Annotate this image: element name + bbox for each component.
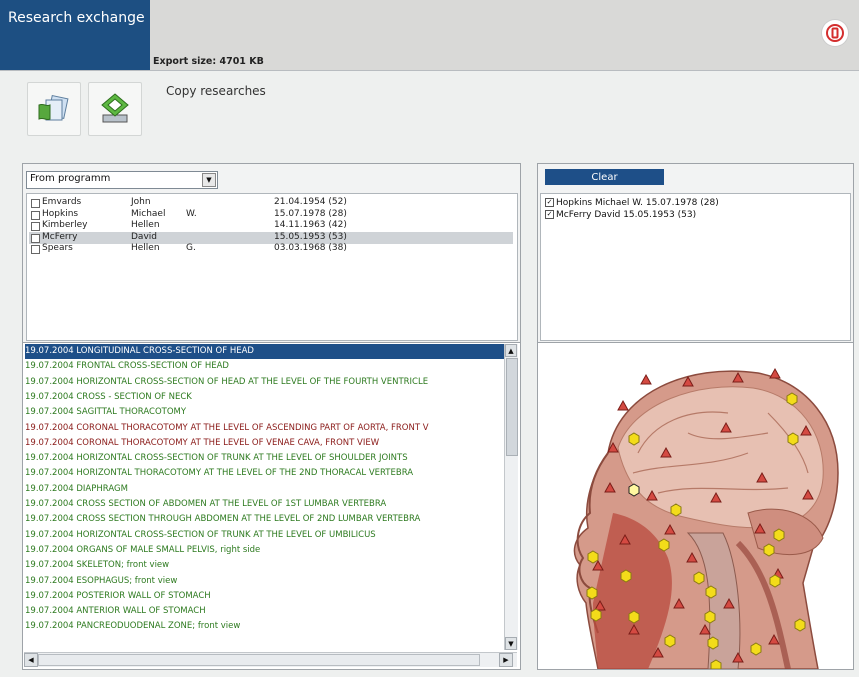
anatomy-preview [537,342,854,670]
research-row[interactable]: 19.07.2004 FRONTAL CROSS-SECTION OF HEAD [25,359,505,374]
export-disk-icon [101,93,129,123]
checked-checkbox-icon[interactable]: ✓ [545,210,554,219]
source-dropdown-value: From programm [30,173,111,184]
patient-middle-initial: G. [186,243,196,253]
head-cross-section-image [538,343,853,670]
research-row[interactable]: 19.07.2004 CROSS SECTION THROUGH ABDOMEN… [25,512,505,527]
patient-row[interactable]: Emvards John 21.04.1954 (52) [29,197,513,209]
patient-checkbox[interactable] [31,233,40,243]
patient-last-name: Hopkins [42,208,79,219]
selected-patient-label: McFerry David 15.05.1953 (53) [556,210,697,220]
selected-patient-label: Hopkins Michael W. 15.07.1978 (28) [556,198,719,208]
export-button[interactable] [88,82,142,136]
patient-first-name: Hellen [131,243,160,253]
patient-first-name: Michael [131,208,166,219]
patient-birth-date: 15.07.1978 (28) [274,208,347,219]
copy-researches-label: Copy researches [166,84,266,98]
research-row[interactable]: 19.07.2004 SAGITTAL THORACOTOMY [25,405,505,420]
scroll-up-icon[interactable]: ▲ [505,344,517,357]
patient-row[interactable]: Hopkins Michael W. 15.07.1978 (28) [29,209,513,221]
clear-button[interactable]: Clear [545,169,664,185]
power-icon [826,24,844,42]
research-row[interactable]: 19.07.2004 POSTERIOR WALL OF STOMACH [25,589,505,604]
research-row[interactable]: 19.07.2004 ORGANS OF MALE SMALL PELVIS, … [25,543,505,558]
scroll-thumb[interactable] [506,358,518,456]
scroll-down-icon[interactable]: ▼ [505,637,517,650]
selected-patient-list: ✓ Hopkins Michael W. 15.07.1978 (28) ✓ McFe… [540,193,851,341]
patient-last-name: Spears [42,243,73,253]
selected-patient-row[interactable]: ✓ Hopkins Michael W. 15.07.1978 (28) [545,198,719,208]
patient-first-name: Hellen [131,220,160,230]
patient-row[interactable]: McFerry David 15.05.1953 (53) [29,231,513,244]
patient-first-name: John [131,197,151,207]
research-list-vertical-scrollbar[interactable]: ▲ ▼ [504,344,518,650]
research-row[interactable]: 19.07.2004 DIAPHRAGM [25,482,505,497]
chevron-down-icon[interactable]: ▼ [202,173,216,187]
patient-birth-date: 21.04.1954 (52) [274,197,347,207]
export-size-label: Export size: 4701 KB [153,56,264,67]
patient-birth-date: 15.05.1953 (53) [274,231,347,242]
research-row[interactable]: 19.07.2004 CORONAL THORACOTOMY AT THE LE… [25,436,505,451]
selected-patient-row[interactable]: ✓ McFerry David 15.05.1953 (53) [545,210,696,220]
patient-checkbox[interactable] [31,199,40,208]
patient-last-name: Kimberley [42,220,88,230]
source-dropdown[interactable]: From programm ▼ [26,171,218,189]
tab-label: Research exchange [8,10,145,26]
research-row[interactable]: 19.07.2004 LONGITUDINAL CROSS-SECTION OF… [25,344,505,359]
research-row[interactable]: 19.07.2004 HORIZONTAL THORACOTOMY AT THE… [25,466,505,481]
copy-researches-icon [38,94,69,121]
scroll-right-icon[interactable]: ▶ [499,653,513,667]
patient-checkbox[interactable] [31,210,40,220]
patient-last-name: McFerry [42,231,78,242]
research-row[interactable]: 19.07.2004 HORIZONTAL CROSS-SECTION OF T… [25,528,505,543]
research-row[interactable]: 19.07.2004 HORIZONTAL CROSS-SECTION OF H… [25,375,505,390]
close-button[interactable] [822,20,848,46]
patient-middle-initial: W. [186,208,197,219]
research-row[interactable]: 19.07.2004 SKELETON; front view [25,558,505,573]
research-row[interactable]: 19.07.2004 ESOPHAGUS; front view [25,574,505,589]
research-row[interactable]: 19.07.2004 CROSS SECTION OF ABDOMEN AT T… [25,497,505,512]
horizontal-scroll-thumb[interactable] [38,654,480,666]
patient-list: Emvards John 21.04.1954 (52) Hopkins Michael… [26,193,518,341]
research-row[interactable]: 19.07.2004 HORIZONTAL CROSS-SECTION OF T… [25,451,505,466]
patient-checkbox[interactable] [31,222,40,231]
checked-checkbox-icon[interactable]: ✓ [545,198,554,207]
patient-birth-date: 14.11.1963 (42) [274,220,347,230]
research-row[interactable]: 19.07.2004 ANTERIOR WALL OF STOMACH [25,604,505,619]
copy-researches-button[interactable] [27,82,81,136]
patient-birth-date: 03.03.1968 (38) [274,243,347,253]
research-row[interactable]: 19.07.2004 CROSS - SECTION OF NECK [25,390,505,405]
patient-row[interactable]: Spears Hellen G. 03.03.1968 (38) [29,243,513,255]
patient-last-name: Emvards [42,197,82,207]
tab-research-exchange[interactable]: Research exchange [0,0,150,70]
research-row[interactable]: 19.07.2004 PANCREODUODENAL ZONE; front v… [25,619,505,634]
patient-checkbox[interactable] [31,245,40,254]
scroll-left-icon[interactable]: ◀ [24,653,38,667]
patient-first-name: David [131,231,157,242]
research-list-horizontal-scrollbar[interactable]: ◀ ▶ [24,652,517,667]
research-list: 19.07.2004 LONGITUDINAL CROSS-SECTION OF… [22,342,521,670]
research-row[interactable]: 19.07.2004 CORONAL THORACOTOMY AT THE LE… [25,421,505,436]
patient-row[interactable]: Kimberley Hellen 14.11.1963 (42) [29,220,513,232]
